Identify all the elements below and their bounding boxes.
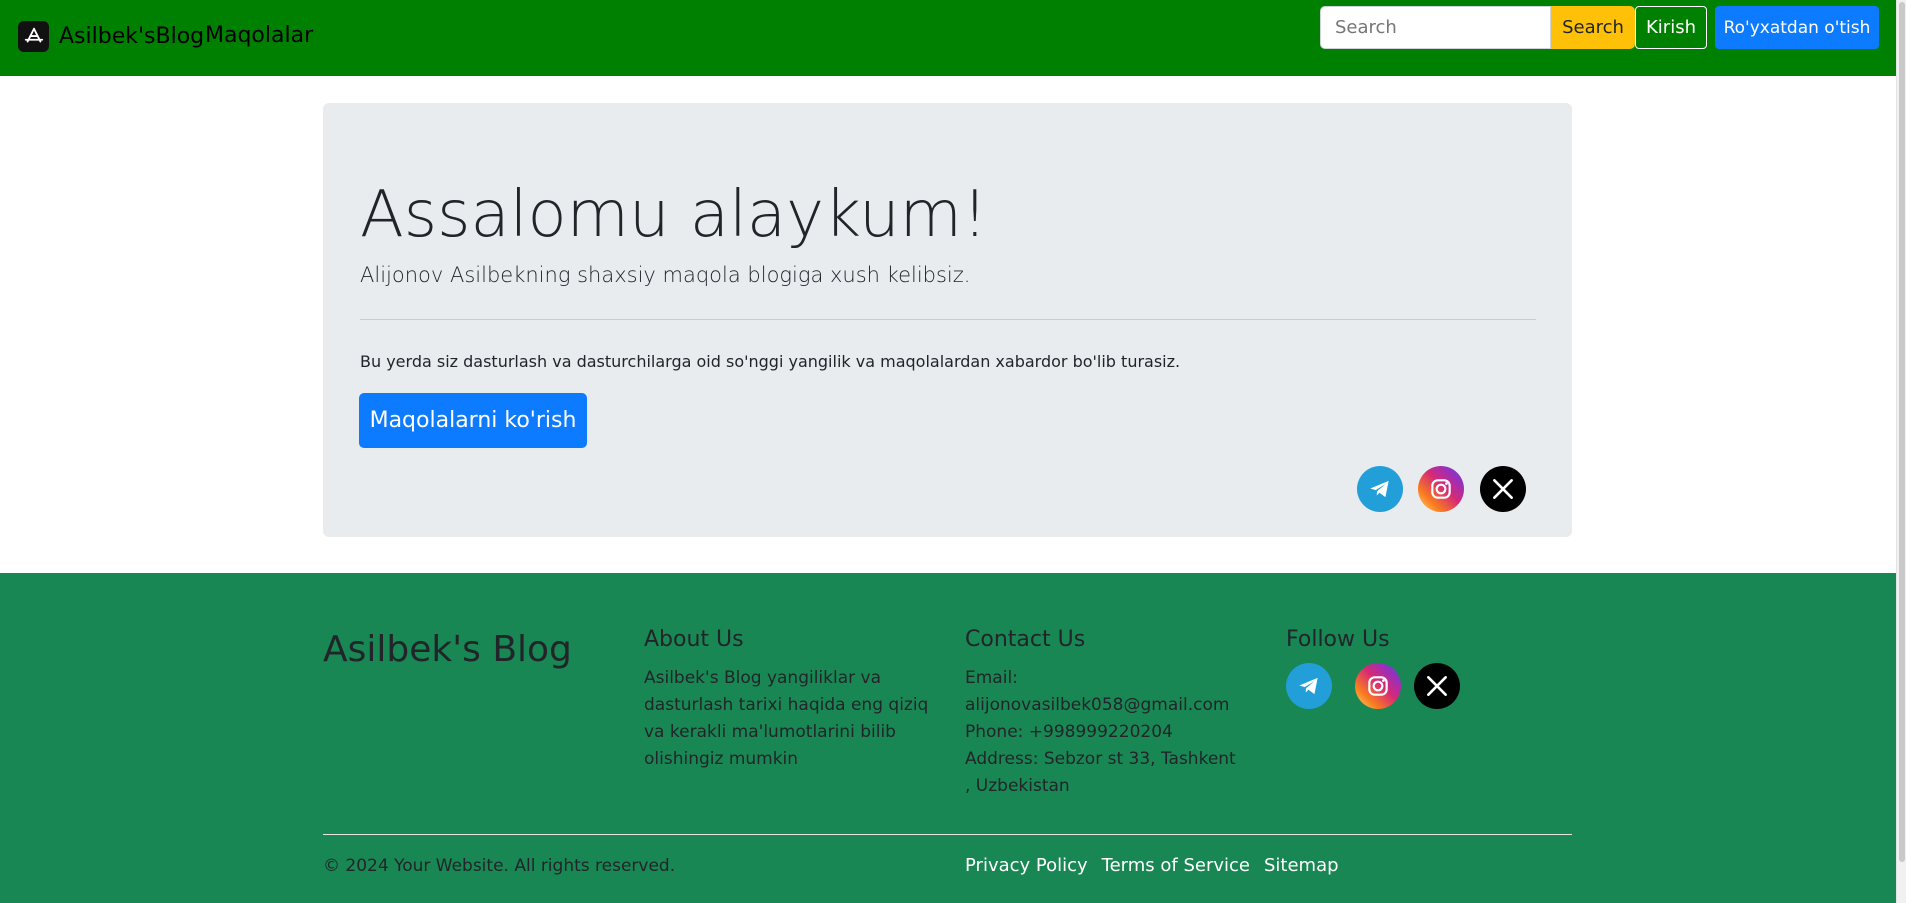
page-scrollbar[interactable] <box>1896 0 1906 903</box>
copyright-text: © 2024 Your Website. All rights reserved… <box>323 856 676 876</box>
brand-link[interactable]: Asilbek'sBlog <box>18 21 204 52</box>
instagram-icon[interactable] <box>1355 663 1401 709</box>
contact-title: Contact Us <box>965 627 1086 652</box>
app-store-logo-icon <box>18 21 49 52</box>
contact-info: Email: alijonovasilbek058@gmail.com Phon… <box>965 665 1245 800</box>
about-title: About Us <box>644 627 744 652</box>
about-text: Asilbek's Blog yangiliklar va dasturlash… <box>644 668 929 769</box>
search-input[interactable] <box>1320 6 1551 49</box>
privacy-policy-link[interactable]: Privacy Policy <box>965 855 1088 876</box>
footer-links: Privacy Policy Terms of Service Sitemap <box>965 855 1339 876</box>
brand-text: Asilbek'sBlog <box>59 24 205 49</box>
navbar: Asilbek'sBlog Maqolalar Search Kirish Ro… <box>0 0 1896 76</box>
scrollbar-thumb[interactable] <box>1899 2 1905 862</box>
telegram-icon[interactable] <box>1286 663 1332 709</box>
footer: Asilbek's Blog About Us Asilbek's Blog y… <box>0 573 1896 903</box>
footer-divider <box>323 834 1572 835</box>
divider <box>360 319 1536 320</box>
intro-text: Bu yerda siz dasturlash va dasturchilarg… <box>360 352 1181 371</box>
footer-brand: Asilbek's Blog <box>323 629 572 670</box>
follow-title: Follow Us <box>1286 627 1390 652</box>
search-button[interactable]: Search <box>1551 6 1635 49</box>
instagram-icon[interactable] <box>1418 466 1464 512</box>
contact-address: Address: Sebzor st 33, Tashkent , Uzbeki… <box>965 749 1236 796</box>
register-button[interactable]: Ro'yxatdan o'tish <box>1715 6 1879 49</box>
contact-email: Email: alijonovasilbek058@gmail.com <box>965 668 1230 715</box>
nav-link-maqolalar[interactable]: Maqolalar <box>205 23 313 48</box>
contact-phone: Phone: +998999220204 <box>965 722 1173 742</box>
x-icon[interactable] <box>1480 466 1526 512</box>
page-title: Assalomu alaykum! <box>360 178 988 252</box>
sitemap-link[interactable]: Sitemap <box>1264 855 1339 876</box>
lead-text: Alijonov Asilbekning shaxsiy maqola blog… <box>360 263 971 287</box>
jumbotron: Assalomu alaykum! Alijonov Asilbekning s… <box>323 103 1572 537</box>
x-icon[interactable] <box>1414 663 1460 709</box>
telegram-icon[interactable] <box>1357 466 1403 512</box>
login-button[interactable]: Kirish <box>1635 6 1707 49</box>
view-articles-button[interactable]: Maqolalarni ko'rish <box>359 393 587 448</box>
terms-of-service-link[interactable]: Terms of Service <box>1102 855 1250 876</box>
